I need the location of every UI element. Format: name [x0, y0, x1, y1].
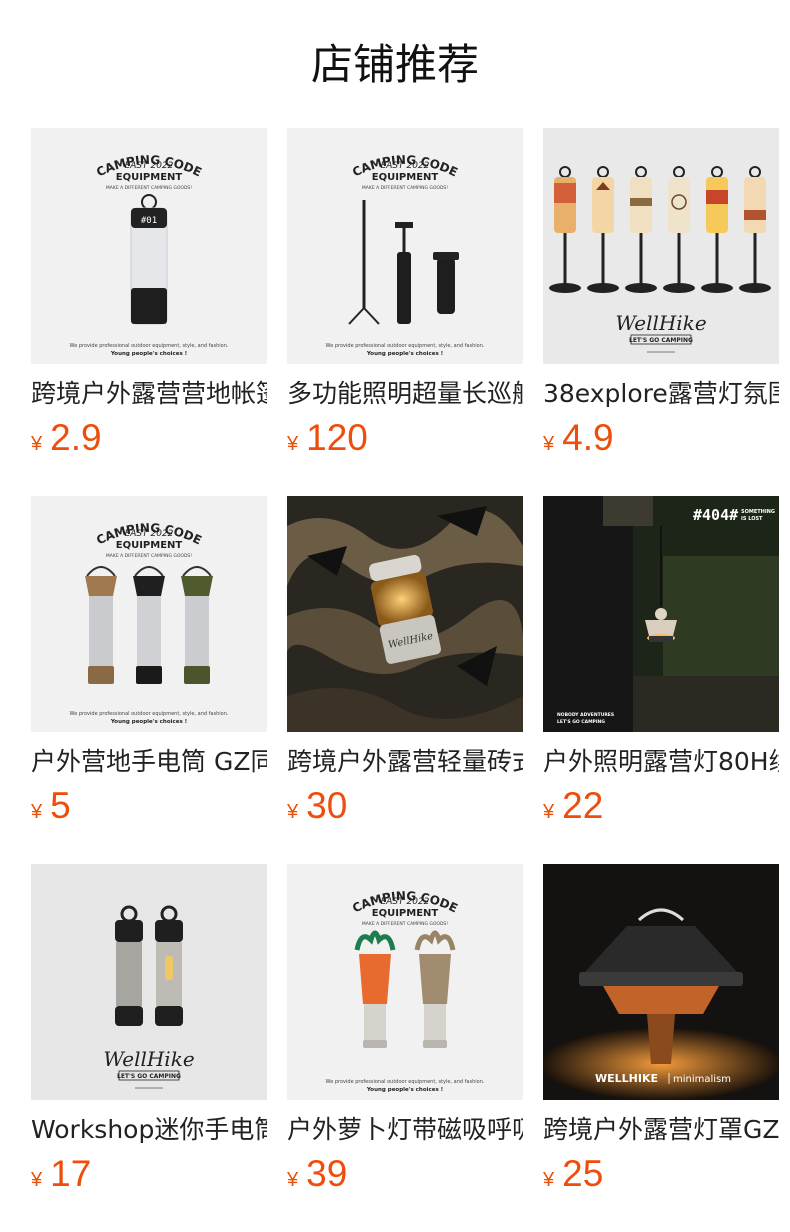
svg-text:#404#: #404#	[693, 506, 738, 524]
svg-text:WELLHIKE: WELLHIKE	[595, 1072, 658, 1085]
svg-text:We provide professional outdoo: We provide professional outdoor equipmen…	[326, 1079, 485, 1085]
product-price: ¥25	[543, 1154, 779, 1202]
product-name[interactable]: 跨境户外露营灯罩GZ同款	[543, 1114, 779, 1146]
product-card[interactable]: CAMPING CODE EAST 2022 EQUIPMENT MAKE A …	[31, 128, 267, 496]
product-name[interactable]: 户外萝卜灯带磁吸呼吸灯	[287, 1114, 523, 1146]
svg-text:EQUIPMENT: EQUIPMENT	[372, 908, 439, 919]
currency-symbol: ¥	[31, 1169, 43, 1191]
product-image-hanging-lantern-night[interactable]: #404# SOMETHING IS LOST NOBODY ADVENTURE…	[543, 496, 779, 732]
svg-text:EQUIPMENT: EQUIPMENT	[116, 172, 183, 183]
price-value: 25	[562, 1153, 604, 1194]
svg-text:IS LOST: IS LOST	[741, 516, 763, 522]
product-price: ¥2.9	[31, 418, 267, 466]
currency-symbol: ¥	[287, 1169, 299, 1191]
svg-text:EAST 2022: EAST 2022	[125, 161, 174, 171]
svg-text:Young people's choices !: Young people's choices !	[366, 1087, 443, 1093]
svg-text:We provide professional outdoo: We provide professional outdoor equipmen…	[70, 711, 229, 717]
svg-text:WellHike: WellHike	[103, 1047, 194, 1071]
product-price: ¥4.9	[543, 418, 779, 466]
svg-text:EQUIPMENT: EQUIPMENT	[372, 172, 439, 183]
svg-text:Young people's choices !: Young people's choices !	[110, 351, 187, 357]
price-value: 5	[50, 785, 71, 826]
price-value: 39	[306, 1153, 348, 1194]
product-image-lantern-camo[interactable]: WellHike	[287, 496, 523, 732]
product-image-lamp-stands[interactable]: CAMPING CODE EAST 2022 EQUIPMENT MAKE A …	[287, 128, 523, 364]
section-title: 店铺推荐	[310, 40, 479, 89]
product-image-three-lanterns[interactable]: CAMPING CODE EAST 2022 EQUIPMENT MAKE A …	[31, 496, 267, 732]
currency-symbol: ¥	[287, 801, 299, 823]
product-card[interactable]: WellHike 跨境户外露营轻量砖式灯 ¥30	[287, 496, 523, 864]
product-image-lamp-shade[interactable]: WELLHIKE minimalism	[543, 864, 779, 1100]
product-price: ¥5	[31, 786, 267, 834]
product-price: ¥39	[287, 1154, 523, 1202]
currency-symbol: ¥	[543, 433, 555, 455]
product-image-white-tube-lamp[interactable]: CAMPING CODE EAST 2022 EQUIPMENT MAKE A …	[31, 128, 267, 364]
product-price: ¥30	[287, 786, 523, 834]
svg-text:MAKE A DIFFERENT CAMPING GOODS: MAKE A DIFFERENT CAMPING GOODS!	[106, 553, 192, 559]
product-name[interactable]: 38explore露营灯氛围灯	[543, 378, 779, 410]
svg-text:EAST 2022: EAST 2022	[125, 529, 174, 539]
product-name[interactable]: 跨境户外露营轻量砖式灯	[287, 746, 523, 778]
price-value: 17	[50, 1153, 92, 1194]
currency-symbol: ¥	[31, 433, 43, 455]
product-card[interactable]: #404# SOMETHING IS LOST NOBODY ADVENTURE…	[543, 496, 779, 864]
product-price: ¥22	[543, 786, 779, 834]
product-price: ¥17	[31, 1154, 267, 1202]
svg-text:We provide professional outdoo: We provide professional outdoor equipmen…	[326, 343, 485, 349]
product-name[interactable]: 跨境户外露营营地帐篷灯	[31, 378, 267, 410]
product-price: ¥120	[287, 418, 523, 466]
product-grid: CAMPING CODE EAST 2022 EQUIPMENT MAKE A …	[31, 128, 790, 1232]
price-value: 22	[562, 785, 604, 826]
svg-text:EQUIPMENT: EQUIPMENT	[116, 540, 183, 551]
svg-text:We provide professional outdoo: We provide professional outdoor equipmen…	[70, 343, 229, 349]
product-card[interactable]: WellHike LET'S GO CAMPING 38explore露营灯氛围…	[543, 128, 779, 496]
svg-text:LET'S GO CAMPING: LET'S GO CAMPING	[629, 337, 693, 344]
product-card[interactable]: WellHike LET'S GO CAMPING Workshop迷你手电筒 …	[31, 864, 267, 1232]
svg-text:Young people's choices !: Young people's choices !	[366, 351, 443, 357]
product-card[interactable]: WELLHIKE minimalism 跨境户外露营灯罩GZ同款 ¥25	[543, 864, 779, 1232]
svg-text:NOBODY ADVENTURES: NOBODY ADVENTURES	[557, 712, 614, 718]
price-value: 120	[306, 417, 368, 458]
svg-text:EAST 2022: EAST 2022	[381, 897, 430, 907]
svg-text:LET'S GO CAMPING: LET'S GO CAMPING	[557, 719, 605, 725]
svg-text:#01: #01	[141, 216, 157, 226]
svg-text:MAKE A DIFFERENT CAMPING GOODS: MAKE A DIFFERENT CAMPING GOODS!	[362, 185, 448, 191]
svg-text:Young people's choices !: Young people's choices !	[110, 719, 187, 725]
product-image-mini-flashlights[interactable]: WellHike LET'S GO CAMPING	[31, 864, 267, 1100]
price-value: 4.9	[562, 417, 614, 458]
product-name[interactable]: 户外营地手电筒 GZ同款	[31, 746, 267, 778]
product-image-lantern-row[interactable]: WellHike LET'S GO CAMPING	[543, 128, 779, 364]
product-card[interactable]: CAMPING CODE EAST 2022 EQUIPMENT MAKE A …	[287, 128, 523, 496]
product-image-carrot-lights[interactable]: CAMPING CODE EAST 2022 EQUIPMENT MAKE A …	[287, 864, 523, 1100]
svg-text:minimalism: minimalism	[673, 1074, 731, 1085]
svg-text:EAST 2022: EAST 2022	[381, 161, 430, 171]
product-card[interactable]: CAMPING CODE EAST 2022 EQUIPMENT MAKE A …	[287, 864, 523, 1232]
currency-symbol: ¥	[287, 433, 299, 455]
product-name[interactable]: Workshop迷你手电筒	[31, 1114, 267, 1146]
currency-symbol: ¥	[543, 801, 555, 823]
svg-text:WellHike: WellHike	[615, 311, 706, 335]
svg-text:LET'S GO CAMPING: LET'S GO CAMPING	[117, 1073, 181, 1080]
product-name[interactable]: 多功能照明超量长巡航	[287, 378, 523, 410]
product-name[interactable]: 户外照明露营灯80H续航	[543, 746, 779, 778]
svg-text:SOMETHING: SOMETHING	[741, 509, 775, 515]
price-value: 2.9	[50, 417, 102, 458]
currency-symbol: ¥	[543, 1169, 555, 1191]
product-card[interactable]: CAMPING CODE EAST 2022 EQUIPMENT MAKE A …	[31, 496, 267, 864]
svg-text:MAKE A DIFFERENT CAMPING GOODS: MAKE A DIFFERENT CAMPING GOODS!	[106, 185, 192, 191]
price-value: 30	[306, 785, 348, 826]
svg-text:MAKE A DIFFERENT CAMPING GOODS: MAKE A DIFFERENT CAMPING GOODS!	[362, 921, 448, 927]
currency-symbol: ¥	[31, 801, 43, 823]
